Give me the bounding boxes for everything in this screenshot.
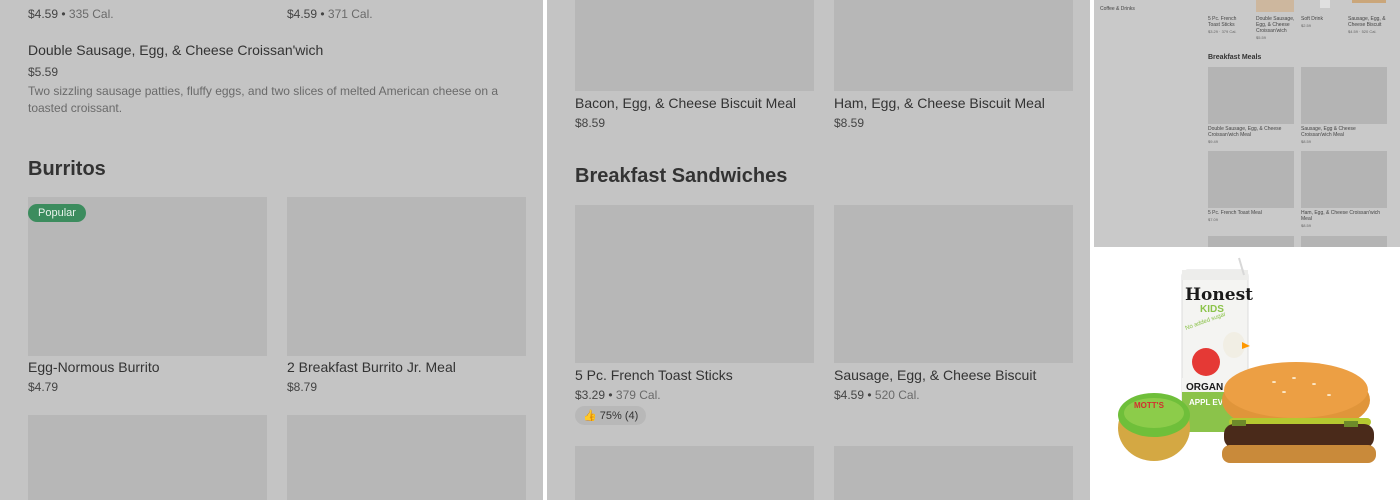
rating-badge: 👍 75% (4) — [575, 406, 647, 425]
item-title[interactable]: Double Sausage, Egg, & Cheese Croissan'w… — [28, 42, 323, 58]
mini-item-title[interactable]: Soft Drink — [1301, 16, 1339, 22]
item-image[interactable] — [1352, 0, 1386, 3]
item-image[interactable] — [1301, 236, 1387, 247]
item-price: $4.59 • 520 Cal. — [834, 388, 920, 402]
item-title[interactable]: 2 Breakfast Burrito Jr. Meal — [287, 359, 456, 375]
mini-item-price: $8.59 — [1301, 223, 1312, 228]
applesauce-brand-text: MOTT'S — [1134, 401, 1165, 410]
section-title: Burritos — [28, 158, 106, 180]
item-image[interactable] — [834, 205, 1073, 363]
mini-section-title: Breakfast Meals — [1208, 54, 1262, 61]
item-price: $3.29 • 379 Cal. — [575, 388, 661, 402]
item-image[interactable] — [1301, 67, 1387, 124]
item-image[interactable] — [287, 197, 526, 356]
item-image[interactable] — [28, 415, 267, 500]
mini-item-price: $5.59 — [1256, 35, 1267, 40]
item-image[interactable] — [1301, 151, 1387, 208]
sidebar-item-coffee-drinks[interactable]: Coffee & Drinks — [1100, 6, 1135, 12]
section-title: Breakfast Sandwiches — [575, 165, 788, 187]
item-image[interactable] — [575, 446, 814, 500]
menu-panel-left: $4.59 • 335 Cal. $4.59 • 371 Cal. Double… — [0, 0, 543, 500]
mini-item-title[interactable]: 5 Pc. French Toast Sticks — [1208, 16, 1246, 28]
mini-item-title[interactable]: Ham, Egg, & Cheese Croissan'wich Meal — [1301, 210, 1387, 222]
juice-brand-text: Honest — [1185, 285, 1253, 305]
item-title[interactable]: 5 Pc. French Toast Sticks — [575, 367, 733, 383]
mini-item-price: $7.09 — [1208, 217, 1219, 222]
mini-item-title[interactable]: Sausage, Egg, & Cheese Biscuit — [1348, 16, 1388, 28]
thumbs-up-icon: 👍 — [583, 410, 597, 422]
item-image[interactable] — [834, 446, 1073, 500]
item-image[interactable] — [575, 0, 814, 91]
item-image[interactable] — [1320, 0, 1330, 8]
popular-badge: Popular — [28, 204, 86, 222]
item-price: $8.79 — [287, 380, 318, 394]
item-price: $4.59 • 335 Cal. — [28, 7, 114, 21]
juice-organic-text: ORGAN — [1186, 382, 1223, 393]
mini-item-title[interactable]: 5 Pc. French Toast Meal — [1208, 210, 1294, 216]
item-price: $4.79 — [28, 380, 59, 394]
mini-item-title[interactable]: Double Sausage, Egg, & Cheese Croissan'w… — [1208, 126, 1294, 138]
mini-item-price: $4.59 · 520 Cal. — [1348, 29, 1377, 34]
item-image[interactable] — [287, 415, 526, 500]
mini-item-title[interactable]: Double Sausage, Egg, & Cheese Croissan'w… — [1256, 16, 1296, 34]
item-image[interactable] — [575, 205, 814, 363]
meal-illustration: Honest KIDS No added sugar ORGAN APPL EV… — [1118, 257, 1376, 463]
item-price: $8.59 — [575, 116, 606, 130]
item-title[interactable]: Ham, Egg, & Cheese Biscuit Meal — [834, 95, 1045, 111]
item-price: $5.59 — [28, 65, 59, 79]
item-image[interactable] — [1208, 67, 1294, 124]
item-title[interactable]: Bacon, Egg, & Cheese Biscuit Meal — [575, 95, 796, 111]
item-title[interactable]: Sausage, Egg, & Cheese Biscuit — [834, 367, 1036, 383]
item-image[interactable] — [1208, 236, 1294, 247]
menu-panel-mini: Coffee & Drinks 5 Pc. French Toast Stick… — [1094, 0, 1400, 247]
item-price: $8.59 — [834, 116, 865, 130]
item-image[interactable] — [1256, 0, 1294, 12]
item-price: $4.59 • 371 Cal. — [287, 7, 373, 21]
item-title[interactable]: Egg-Normous Burrito — [28, 359, 160, 375]
mini-item-price: $2.59 — [1301, 23, 1312, 28]
mini-item-price: $8.59 — [1301, 139, 1312, 144]
item-image[interactable] — [834, 0, 1073, 91]
mini-item-price: $3.29 · 379 Cal. — [1208, 29, 1237, 34]
item-image[interactable] — [1208, 151, 1294, 208]
mini-item-price: $9.49 — [1208, 139, 1219, 144]
product-image: Honest KIDS No added sugar ORGAN APPL EV… — [1094, 250, 1400, 500]
item-description: Two sizzling sausage patties, fluffy egg… — [28, 84, 499, 115]
mini-item-title[interactable]: Sausage, Egg & Cheese Croissan'wich Meal — [1301, 126, 1381, 138]
menu-panel-middle: Bacon, Egg, & Cheese Biscuit Meal $8.59 … — [547, 0, 1090, 500]
